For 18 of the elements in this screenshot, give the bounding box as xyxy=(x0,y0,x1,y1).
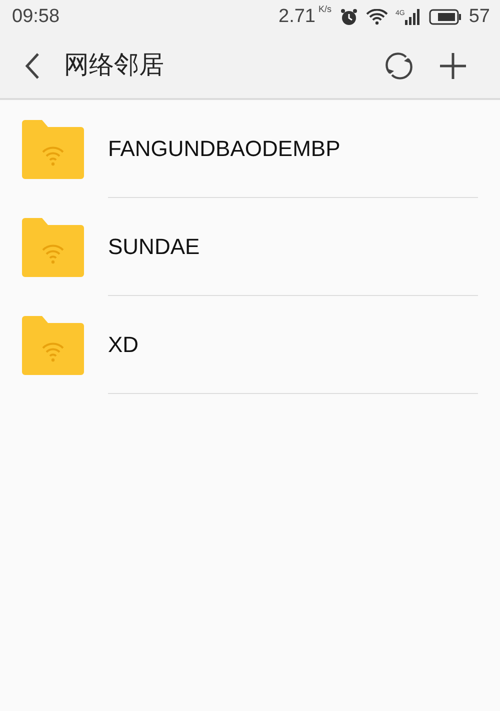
network-folder-icon xyxy=(22,315,84,375)
refresh-button[interactable] xyxy=(384,51,414,81)
network-folder-icon xyxy=(22,217,84,277)
wifi-icon xyxy=(366,9,388,25)
network-folder-icon xyxy=(22,119,84,179)
clock: 09:58 xyxy=(12,4,60,29)
network-speed: 2.71 xyxy=(278,4,316,29)
battery-icon xyxy=(428,9,461,25)
alarm-icon xyxy=(340,8,358,26)
device-name[interactable]: FANGUNDBAODEMBP xyxy=(108,132,340,165)
device-name[interactable]: XD xyxy=(108,328,139,361)
back-button[interactable] xyxy=(24,52,40,80)
battery-level: 57 xyxy=(468,4,490,29)
speed-unit: K/s xyxy=(318,2,332,16)
page-title: 网络邻居 xyxy=(64,50,164,82)
device-name[interactable]: SUNDAE xyxy=(108,230,200,263)
signal-icon xyxy=(404,9,421,25)
add-button[interactable] xyxy=(438,51,468,81)
